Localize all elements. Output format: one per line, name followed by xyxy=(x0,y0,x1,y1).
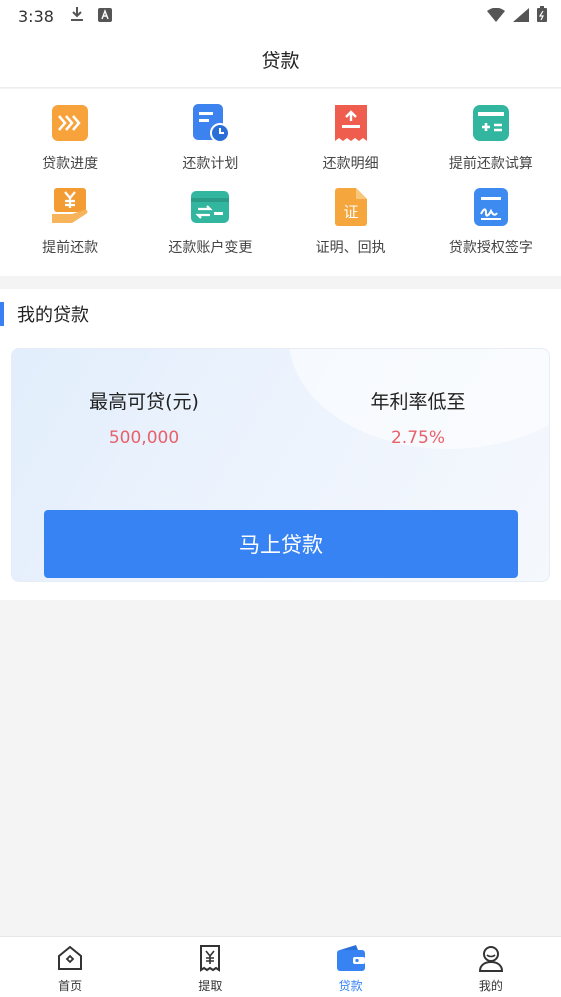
nav-item-withdraw[interactable]: 提取 xyxy=(140,937,280,997)
interest-rate-label: 年利率低至 xyxy=(370,391,466,413)
schedule-clock-icon xyxy=(190,103,231,143)
status-bar: 3:38 xyxy=(0,0,561,32)
user-icon xyxy=(476,943,506,973)
card-exchange-icon xyxy=(190,187,230,227)
interest-rate-stat: 年利率低至 2.75% xyxy=(298,387,538,448)
menu-label: 还款明细 xyxy=(322,156,379,172)
menu-label: 证明、回执 xyxy=(315,240,386,256)
menu-item-repayment-details[interactable]: 还款明细 xyxy=(281,103,421,187)
menu-item-loan-signing[interactable]: 贷款授权签字 xyxy=(421,187,561,271)
menu-label: 贷款进度 xyxy=(42,156,99,172)
menu-label: 提前还款 xyxy=(42,240,99,256)
signature-icon xyxy=(471,187,511,227)
menu-item-change-account[interactable]: 还款账户变更 xyxy=(140,187,280,271)
menu-item-repayment-plan[interactable]: 还款计划 xyxy=(140,103,280,187)
section-title: 我的贷款 xyxy=(17,305,89,326)
withdraw-icon xyxy=(195,943,225,973)
download-icon xyxy=(70,6,84,26)
max-loan-stat: 最高可贷(元) 500,000 xyxy=(24,387,264,448)
progress-arrows-icon xyxy=(50,103,90,143)
svg-text:证: 证 xyxy=(343,203,358,221)
bottom-nav: 首页 提取 贷款 我的 xyxy=(0,936,561,997)
home-icon xyxy=(55,943,85,973)
yuan-hand-icon xyxy=(50,187,90,227)
menu-item-prepayment[interactable]: 提前还款 xyxy=(0,187,140,271)
menu-label: 还款账户变更 xyxy=(168,240,253,256)
app-header: 贷款 xyxy=(0,32,561,88)
wifi-icon xyxy=(487,7,505,26)
wallet-icon xyxy=(336,943,366,973)
menu-label: 还款计划 xyxy=(182,156,239,172)
page-title: 贷款 xyxy=(261,50,300,72)
a-badge-icon xyxy=(97,7,112,26)
service-menu: 贷款进度 还款计划 还款明细 提前还款试算 提前还款 还款账户变更 证 证明、回… xyxy=(0,89,561,276)
battery-icon xyxy=(537,6,547,26)
signal-icon xyxy=(513,7,529,26)
my-loan-section: 我的贷款 最高可贷(元) 500,000 年利率低至 2.75% 马上贷款 xyxy=(0,289,561,600)
max-loan-label: 最高可贷(元) xyxy=(89,391,199,413)
nav-label: 首页 xyxy=(58,979,83,993)
menu-item-prepayment-calc[interactable]: 提前还款试算 xyxy=(421,103,561,187)
menu-label: 贷款授权签字 xyxy=(448,240,533,256)
loan-offer-card: 最高可贷(元) 500,000 年利率低至 2.75% 马上贷款 xyxy=(11,348,550,582)
menu-item-loan-progress[interactable]: 贷款进度 xyxy=(0,103,140,187)
nav-item-loan[interactable]: 贷款 xyxy=(281,937,421,997)
menu-label: 提前还款试算 xyxy=(448,156,533,172)
receipt-icon xyxy=(331,103,371,143)
section-accent-bar xyxy=(0,302,4,326)
max-loan-value: 500,000 xyxy=(108,428,180,448)
apply-loan-button[interactable]: 马上贷款 xyxy=(44,510,518,578)
interest-rate-value: 2.75% xyxy=(390,428,445,448)
nav-label: 提取 xyxy=(198,979,223,993)
nav-label: 我的 xyxy=(478,979,503,993)
calculator-icon xyxy=(471,103,511,143)
nav-item-home[interactable]: 首页 xyxy=(0,937,140,997)
status-time: 3:38 xyxy=(18,6,54,26)
menu-item-certificates[interactable]: 证 证明、回执 xyxy=(281,187,421,271)
nav-item-profile[interactable]: 我的 xyxy=(421,937,561,997)
certificate-icon: 证 xyxy=(331,187,371,227)
nav-label: 贷款 xyxy=(338,979,363,993)
